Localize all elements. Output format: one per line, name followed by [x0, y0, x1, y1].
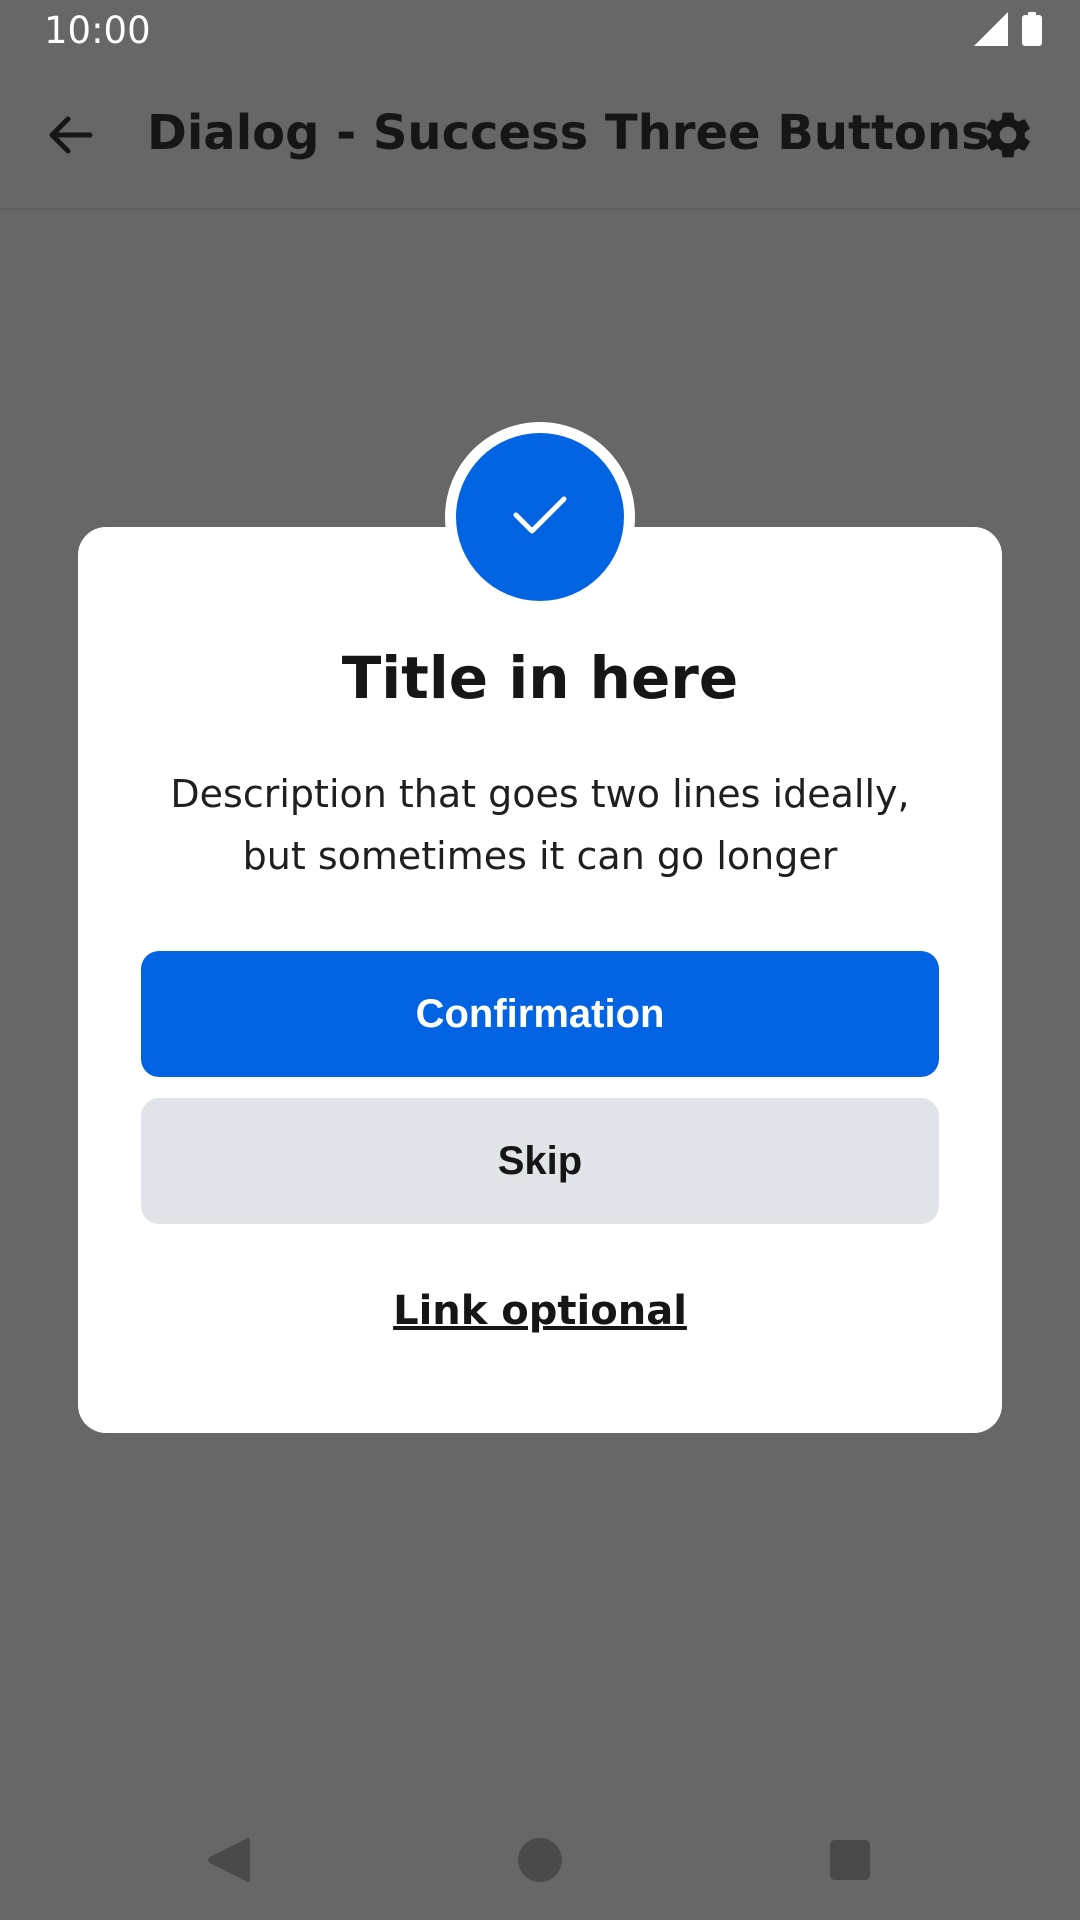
dialog-title: Title in here — [341, 644, 739, 712]
gear-icon — [980, 107, 1036, 167]
optional-link[interactable]: Link optional — [78, 1285, 1002, 1337]
status-icons — [974, 12, 1042, 50]
nav-home-icon — [516, 1836, 564, 1888]
app-bar: Dialog - Success Three Buttons — [0, 63, 1080, 210]
status-bar: 10:00 — [0, 0, 1080, 63]
status-time: 10:00 — [44, 9, 151, 52]
check-icon — [512, 493, 568, 541]
dialog-description: Description that goes two lines ideally,… — [170, 772, 910, 878]
arrow-back-icon — [46, 111, 94, 163]
nav-home-button[interactable] — [512, 1834, 568, 1890]
success-dialog: Title in here Description that goes two … — [78, 527, 1002, 1433]
nav-back-icon — [206, 1836, 254, 1888]
nav-recents-button[interactable] — [822, 1834, 878, 1890]
screen: 10:00 Dialog - Success Three Buttons Tit… — [0, 0, 1080, 1920]
confirmation-button[interactable]: Confirmation — [141, 951, 939, 1077]
nav-back-button[interactable] — [202, 1834, 258, 1890]
settings-button[interactable] — [976, 105, 1040, 169]
system-nav-bar — [0, 1800, 1080, 1920]
cell-signal-icon — [974, 12, 1008, 50]
skip-button[interactable]: Skip — [141, 1098, 939, 1224]
success-badge — [456, 433, 624, 601]
page-title: Dialog - Success Three Buttons — [147, 105, 990, 161]
nav-recents-icon — [828, 1838, 872, 1886]
back-button[interactable] — [40, 107, 100, 167]
battery-icon — [1022, 12, 1042, 50]
